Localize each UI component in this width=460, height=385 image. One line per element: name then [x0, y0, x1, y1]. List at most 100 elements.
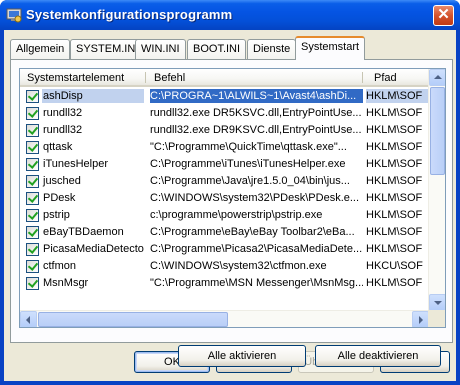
- startup-item-command: C:\Programme\eBay\eBay Toolbar2\eBa...: [150, 226, 355, 238]
- startup-item-path: HKLM\SOF: [366, 141, 423, 153]
- startup-item-name: ashDisp: [42, 89, 144, 103]
- tab-label: Systemstart: [301, 41, 360, 53]
- table-row[interactable]: eBayTBDaemon C:\Programme\eBay\eBay Tool…: [20, 224, 429, 241]
- table-row[interactable]: qttask "C:\Programme\QuickTime\qttask.ex…: [20, 139, 429, 156]
- table-row[interactable]: rundll32 rundll32.exe DR9KSVC.dll,EntryP…: [20, 122, 429, 139]
- startup-item-path: HKLM\SOF: [366, 107, 423, 119]
- checkbox-checked-icon[interactable]: [26, 209, 39, 222]
- tab-label: Allgemein: [16, 43, 65, 55]
- startup-list[interactable]: Systemstartelement Befehl Pfad ashDisp C…: [19, 68, 446, 328]
- startup-item-path: HKLM\SOF: [366, 277, 423, 289]
- startup-item-command: C:\Programme\Java\jre1.5.0_04\bin\jus...: [150, 175, 350, 187]
- table-row[interactable]: pstrip c:\programme\powerstrip\pstrip.ex…: [20, 207, 429, 224]
- startup-item-command: rundll32.exe DR9KSVC.dll,EntryPointUse..…: [150, 124, 362, 136]
- startup-item-path: HKLM\SOF: [366, 158, 423, 170]
- vertical-scrollbar[interactable]: [428, 69, 445, 311]
- arrow-left-icon: [26, 316, 30, 324]
- arrow-down-icon: [434, 301, 442, 305]
- checkbox-checked-icon[interactable]: [26, 192, 39, 205]
- startup-item-name: qttask: [43, 141, 73, 153]
- column-header-path[interactable]: Pfad: [364, 69, 428, 85]
- table-row[interactable]: MsnMsgr "C:\Programme\MSN Messenger\MsnM…: [20, 275, 429, 292]
- startup-item-command: C:\WINDOWS\system32\PDesk\PDesk.e...: [150, 192, 360, 204]
- close-icon: ✕: [437, 6, 450, 23]
- checkbox-checked-icon[interactable]: [26, 141, 39, 154]
- startup-item-path: HKLM\SOF: [366, 243, 423, 255]
- startup-item-name: iTunesHelper: [43, 158, 109, 170]
- checkbox-checked-icon[interactable]: [26, 158, 39, 171]
- table-row[interactable]: rundll32 rundll32.exe DR5KSVC.dll,EntryP…: [20, 105, 429, 122]
- startup-item-command: "C:\Programme\QuickTime\qttask.exe"...: [150, 141, 347, 153]
- startup-item-name: eBayTBDaemon: [43, 226, 124, 238]
- startup-item-name: ctfmon: [43, 260, 77, 272]
- horizontal-scrollbar[interactable]: [20, 310, 429, 327]
- startup-item-path: HKLM\SOF: [366, 226, 423, 238]
- scrollbar-corner: [428, 310, 445, 327]
- startup-item-command: "C:\Programme\MSN Messenger\MsnMsg...: [150, 277, 363, 289]
- disable-all-button[interactable]: Alle deaktivieren: [315, 345, 441, 367]
- column-divider[interactable]: [362, 72, 363, 83]
- startup-item-command: C:\PROGRA~1\ALWILS~1\Avast4\ashDi...: [150, 89, 363, 103]
- table-row[interactable]: PicasaMediaDetector C:\Programme\Picasa2…: [20, 241, 429, 258]
- checkbox-checked-icon[interactable]: [26, 260, 39, 273]
- scroll-down-button[interactable]: [429, 294, 445, 311]
- tab-dienste[interactable]: Dienste: [247, 39, 297, 59]
- startup-item-name: PicasaMediaDetector: [43, 243, 144, 255]
- tab-boot-ini[interactable]: BOOT.INI: [187, 39, 247, 59]
- startup-item-path: HKLM\SOF: [366, 89, 428, 103]
- list-rows: ashDisp C:\PROGRA~1\ALWILS~1\Avast4\ashD…: [20, 88, 429, 292]
- startup-item-path: HKLM\SOF: [366, 192, 423, 204]
- startup-item-name: rundll32: [43, 107, 83, 119]
- table-row[interactable]: iTunesHelper C:\Programme\iTunes\iTunesH…: [20, 156, 429, 173]
- checkbox-checked-icon[interactable]: [26, 124, 39, 137]
- dialog-body: Allgemein SYSTEM.INI WIN.INI BOOT.INI Di…: [4, 30, 456, 381]
- startup-item-name: pstrip: [43, 209, 70, 221]
- arrow-up-icon: [434, 75, 442, 79]
- startup-item-name: jusched: [43, 175, 81, 187]
- tab-panel: Systemstartelement Befehl Pfad ashDisp C…: [10, 59, 453, 367]
- checkbox-checked-icon[interactable]: [26, 277, 39, 290]
- checkbox-checked-icon[interactable]: [26, 90, 39, 103]
- tab-win-ini[interactable]: WIN.INI: [135, 39, 186, 59]
- table-row[interactable]: jusched C:\Programme\Java\jre1.5.0_04\bi…: [20, 173, 429, 190]
- checkbox-checked-icon[interactable]: [26, 243, 39, 256]
- startup-item-command: rundll32.exe DR5KSVC.dll,EntryPointUse..…: [150, 107, 362, 119]
- startup-item-command: C:\Programme\Picasa2\PicasaMediaDete...: [150, 243, 363, 255]
- tab-label: BOOT.INI: [193, 43, 241, 55]
- window: Systemkonfigurationsprogramm ✕ Allgemein…: [0, 0, 460, 385]
- close-button[interactable]: ✕: [433, 5, 454, 26]
- startup-item-path: HKLM\SOF: [366, 175, 423, 187]
- checkbox-checked-icon[interactable]: [26, 107, 39, 120]
- tab-systemstart[interactable]: Systemstart: [295, 36, 366, 60]
- system-config-icon: [6, 8, 22, 23]
- column-header-startup-item[interactable]: Systemstartelement: [20, 69, 148, 85]
- arrow-right-icon: [419, 316, 423, 324]
- table-row[interactable]: PDesk C:\WINDOWS\system32\PDesk\PDesk.e.…: [20, 190, 429, 207]
- column-header-command[interactable]: Befehl: [147, 69, 364, 85]
- title-bar[interactable]: Systemkonfigurationsprogramm ✕: [0, 0, 460, 30]
- scroll-up-button[interactable]: [429, 69, 445, 86]
- enable-all-button[interactable]: Alle aktivieren: [178, 345, 306, 367]
- startup-item-path: HKLM\SOF: [366, 124, 423, 136]
- checkbox-checked-icon[interactable]: [26, 175, 39, 188]
- startup-item-command: C:\Programme\iTunes\iTunesHelper.exe: [150, 158, 346, 170]
- startup-item-name: rundll32: [43, 124, 83, 136]
- startup-item-path: HKLM\SOF: [366, 209, 423, 221]
- tab-allgemein[interactable]: Allgemein: [10, 39, 71, 59]
- startup-item-path: HKCU\SOF: [366, 260, 423, 272]
- vertical-scroll-thumb[interactable]: [430, 87, 445, 175]
- tab-label: Dienste: [253, 43, 291, 55]
- scroll-left-button[interactable]: [20, 311, 37, 327]
- tab-system-ini[interactable]: SYSTEM.INI: [70, 39, 145, 59]
- table-row[interactable]: ctfmon C:\WINDOWS\system32\ctfmon.exe HK…: [20, 258, 429, 275]
- column-divider[interactable]: [145, 72, 146, 83]
- table-row[interactable]: ashDisp C:\PROGRA~1\ALWILS~1\Avast4\ashD…: [20, 88, 429, 105]
- horizontal-scroll-thumb[interactable]: [38, 312, 228, 327]
- scroll-right-button[interactable]: [412, 311, 429, 327]
- startup-item-command: C:\WINDOWS\system32\ctfmon.exe: [150, 260, 327, 272]
- window-title: Systemkonfigurationsprogramm: [26, 7, 233, 22]
- startup-item-name: MsnMsgr: [43, 277, 89, 289]
- checkbox-checked-icon[interactable]: [26, 226, 39, 239]
- tab-label: WIN.INI: [141, 43, 180, 55]
- list-header: Systemstartelement Befehl Pfad: [20, 69, 429, 87]
